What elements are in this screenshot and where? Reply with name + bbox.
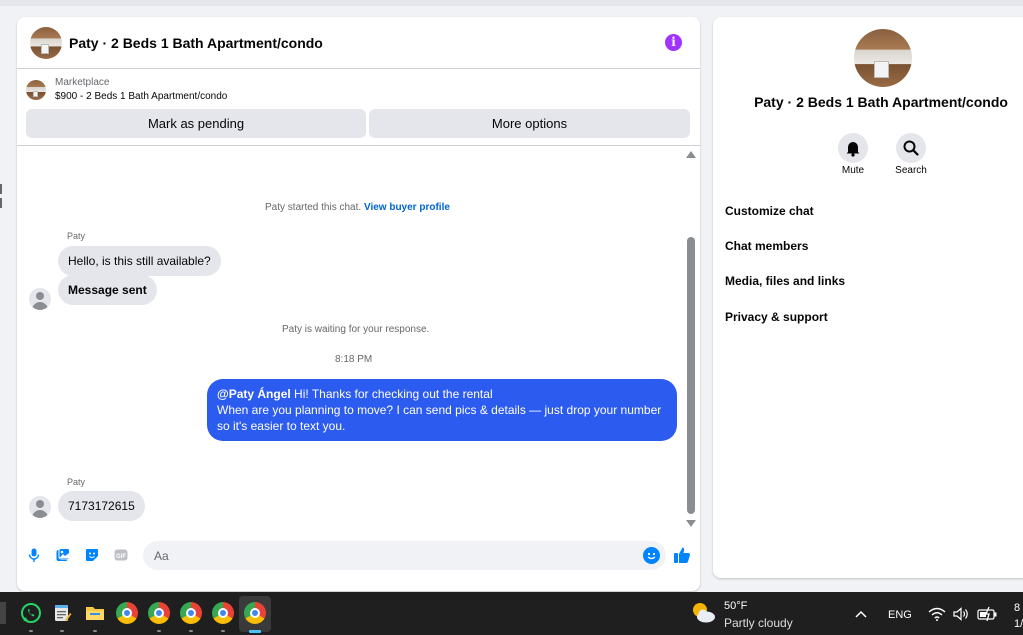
mention[interactable]: @Paty Ángel <box>217 387 291 401</box>
running-indicator <box>157 630 161 632</box>
user-avatar-icon[interactable] <box>29 496 51 518</box>
outgoing-line-2: When are you planning to move? I can sen… <box>217 403 662 433</box>
scroll-up-arrow[interactable] <box>686 151 696 158</box>
microphone-icon[interactable] <box>27 548 41 562</box>
running-indicator <box>29 630 33 632</box>
scroll-down-arrow[interactable] <box>686 520 696 527</box>
menu-customize-chat[interactable]: Customize chat <box>725 204 814 218</box>
menu-media-files-links[interactable]: Media, files and links <box>725 274 845 288</box>
volume-icon[interactable] <box>953 607 971 621</box>
active-indicator <box>249 630 261 633</box>
outgoing-message[interactable]: @Paty Ángel Hi! Thanks for checking out … <box>207 379 677 441</box>
incoming-message[interactable]: Hello, is this still available? <box>58 246 221 276</box>
marketplace-listing[interactable]: Marketplace $900 - 2 Beds 1 Bath Apartme… <box>26 76 227 104</box>
listing-avatar-large[interactable] <box>854 29 912 87</box>
battery-charging-icon[interactable] <box>977 606 999 622</box>
weather-temperature[interactable]: 50°F <box>724 600 747 612</box>
menu-privacy-support[interactable]: Privacy & support <box>725 310 828 324</box>
search-icon <box>903 140 919 156</box>
notepad-icon[interactable] <box>51 602 73 624</box>
chrome-icon[interactable] <box>116 602 138 624</box>
incoming-message[interactable]: Message sent <box>58 275 157 305</box>
sender-name: Paty <box>67 231 86 241</box>
message-timestamp: 8:18 PM <box>335 354 373 365</box>
windows-taskbar: 50°F Partly cloudy ENG 8 1/ <box>0 592 1023 635</box>
partly-cloudy-icon[interactable] <box>690 600 718 626</box>
like-thumb-icon[interactable] <box>673 546 691 564</box>
browser-top-strip <box>0 0 1023 6</box>
outgoing-line-1: Hi! Thanks for checking out the rental <box>290 387 493 401</box>
user-avatar-icon[interactable] <box>29 288 51 310</box>
search-label: Search <box>895 165 927 176</box>
listing-avatar[interactable] <box>30 26 62 59</box>
bell-icon <box>846 142 860 157</box>
running-indicator <box>189 630 193 632</box>
mute-label: Mute <box>841 165 865 176</box>
svg-text:GIF: GIF <box>116 554 126 560</box>
clock-time: 8 <box>1014 602 1021 614</box>
clock-date: 1/ <box>1014 618 1023 630</box>
menu-chat-members[interactable]: Chat members <box>725 239 808 253</box>
chrome-icon[interactable] <box>148 602 170 624</box>
running-indicator <box>221 630 225 632</box>
message-composer[interactable] <box>143 541 666 570</box>
chat-info-panel: Paty · 2 Beds 1 Bath Apartment/condo Mut… <box>713 17 1023 578</box>
sticker-icon[interactable] <box>85 548 99 562</box>
panel-title: Paty · 2 Beds 1 Bath Apartment/condo <box>754 94 1008 110</box>
running-indicator <box>60 630 64 632</box>
wifi-icon[interactable] <box>928 607 946 621</box>
weather-description[interactable]: Partly cloudy <box>724 616 793 630</box>
view-buyer-profile-link[interactable]: View buyer profile <box>364 202 450 213</box>
gif-icon[interactable]: GIF <box>114 548 128 562</box>
search-button[interactable] <box>896 133 926 163</box>
file-explorer-icon[interactable] <box>84 602 106 624</box>
listing-title: $900 - 2 Beds 1 Bath Apartment/condo <box>55 91 228 102</box>
listing-thumbnail <box>26 80 46 100</box>
start-button-partial[interactable] <box>0 602 6 624</box>
chrome-icon[interactable] <box>180 602 202 624</box>
system-clock[interactable]: 8 1/ <box>1014 600 1023 632</box>
mark-as-pending-button[interactable]: Mark as pending <box>26 109 366 138</box>
header-divider <box>17 145 700 146</box>
message-input[interactable] <box>152 547 626 564</box>
left-edge-handle <box>0 180 3 220</box>
chrome-icon[interactable] <box>212 602 234 624</box>
photo-icon[interactable] <box>56 548 70 562</box>
whatsapp-icon[interactable] <box>20 602 42 624</box>
chat-started-notice: Paty started this chat. View buyer profi… <box>265 202 450 213</box>
emoji-icon[interactable] <box>643 547 660 564</box>
running-indicator <box>93 630 97 632</box>
scrollbar-thumb[interactable] <box>687 237 695 514</box>
marketplace-label: Marketplace <box>55 77 110 88</box>
more-options-button[interactable]: More options <box>369 109 690 138</box>
info-icon[interactable]: i <box>665 34 682 51</box>
incoming-message[interactable]: 7173172615 <box>58 491 145 521</box>
input-language[interactable]: ENG <box>888 609 912 621</box>
sender-name: Paty <box>67 477 86 487</box>
chevron-up-icon[interactable] <box>855 609 867 619</box>
chrome-icon-active[interactable] <box>244 602 266 624</box>
chat-header: Paty · 2 Beds 1 Bath Apartment/condo <box>17 17 700 69</box>
waiting-notice: Paty is waiting for your response. <box>282 324 430 335</box>
chat-window: Paty · 2 Beds 1 Bath Apartment/condo i M… <box>17 17 700 591</box>
chat-started-text: Paty started this chat. <box>265 202 362 213</box>
mute-button[interactable] <box>838 133 868 163</box>
chat-title[interactable]: Paty · 2 Beds 1 Bath Apartment/condo <box>69 35 323 51</box>
